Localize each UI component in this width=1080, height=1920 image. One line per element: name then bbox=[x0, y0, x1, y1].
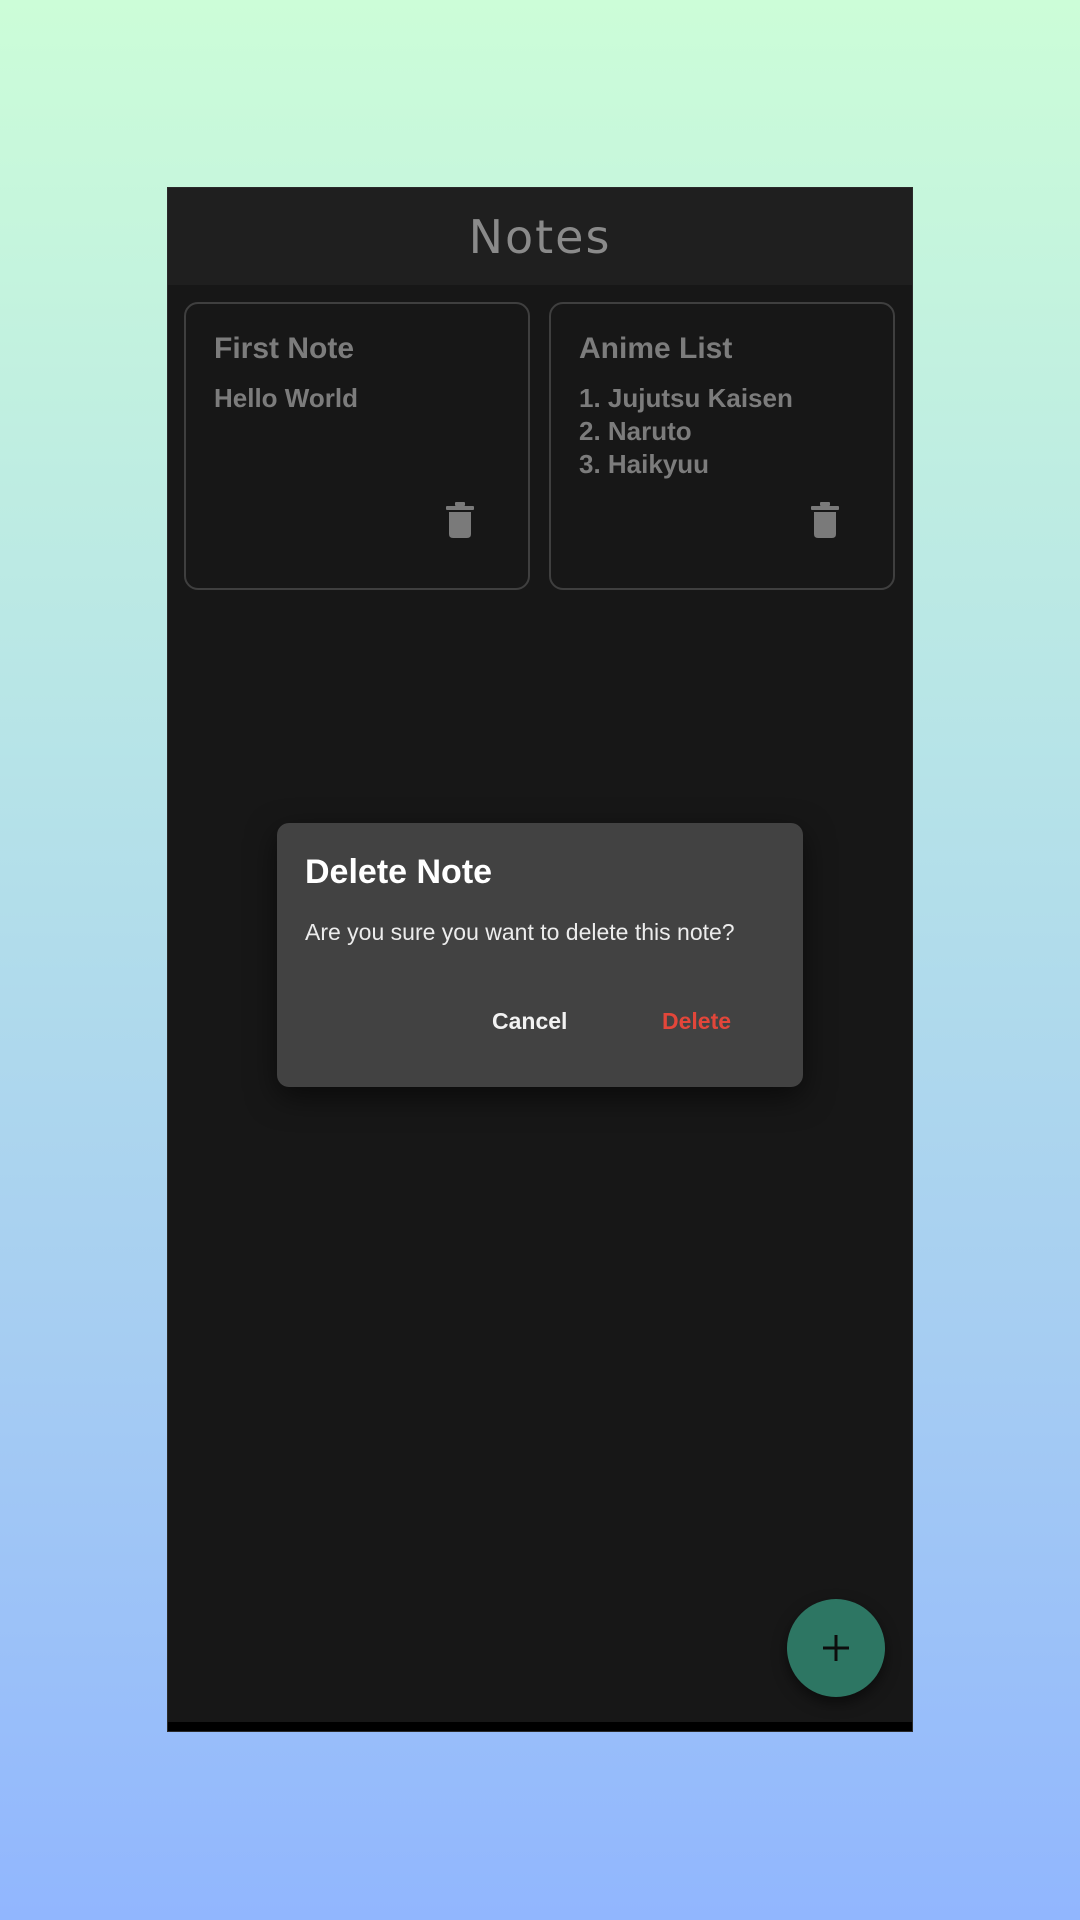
notes-grid: First Note Hello World Anime List 1. Juj… bbox=[184, 302, 896, 590]
note-line: Hello World bbox=[214, 383, 358, 413]
note-card[interactable]: Anime List 1. Jujutsu Kaisen 2. Naruto 3… bbox=[549, 302, 895, 590]
note-title: Anime List bbox=[579, 332, 733, 365]
note-title: First Note bbox=[214, 332, 355, 365]
note-body: Hello World bbox=[214, 382, 528, 415]
note-body: 1. Jujutsu Kaisen 2. Naruto 3. Haikyuu bbox=[579, 382, 893, 481]
trash-icon[interactable] bbox=[811, 502, 839, 538]
note-line: 1. Jujutsu Kaisen bbox=[579, 383, 793, 413]
delete-button[interactable]: Delete bbox=[650, 999, 743, 1043]
dialog-title: Delete Note bbox=[305, 853, 493, 891]
delete-dialog: Delete Note Are you sure you want to del… bbox=[277, 823, 803, 1087]
app-bar: Notes bbox=[168, 188, 912, 285]
note-line: 3. Haikyuu bbox=[579, 449, 710, 479]
plus-icon bbox=[823, 1635, 849, 1661]
cancel-button[interactable]: Cancel bbox=[480, 999, 579, 1043]
bottom-bar bbox=[168, 1722, 912, 1731]
add-note-button[interactable] bbox=[787, 1599, 885, 1697]
note-line: 2. Naruto bbox=[579, 416, 692, 446]
app-title: Notes bbox=[468, 209, 612, 264]
dialog-message: Are you sure you want to delete this not… bbox=[305, 919, 735, 945]
trash-icon[interactable] bbox=[446, 502, 474, 538]
note-card[interactable]: First Note Hello World bbox=[184, 302, 530, 590]
